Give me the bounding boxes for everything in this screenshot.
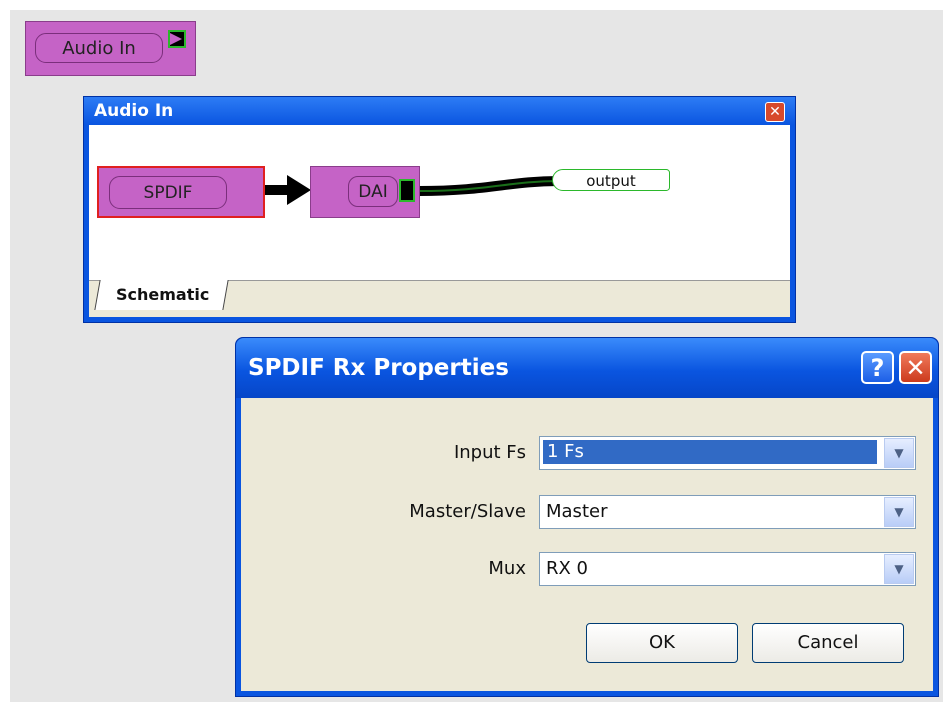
- audio-in-block-label: Audio In: [35, 33, 163, 63]
- ok-button[interactable]: OK: [586, 623, 738, 663]
- input-fs-select[interactable]: 1 Fs ▼: [539, 436, 916, 470]
- dialog-titlebar[interactable]: SPDIF Rx Properties ? ✕: [236, 338, 938, 398]
- spdif-rx-properties-dialog: SPDIF Rx Properties ? ✕ Input Fs 1 Fs ▼ …: [235, 337, 939, 697]
- dai-block-label: DAI: [348, 176, 398, 207]
- master-slave-value: Master: [546, 501, 608, 522]
- output-port-icon[interactable]: [168, 30, 186, 48]
- input-fs-value: 1 Fs: [543, 440, 877, 464]
- schematic-area: SPDIF DAI output Schematic: [89, 125, 790, 317]
- tab-schematic-label: Schematic: [116, 285, 210, 304]
- audio-in-window: Audio In ✕ SPDIF DAI output Schematic: [83, 96, 796, 323]
- cancel-button[interactable]: Cancel: [752, 623, 904, 663]
- audio-in-titlebar[interactable]: Audio In ✕: [84, 97, 795, 125]
- input-fs-label: Input Fs: [453, 442, 526, 463]
- dialog-body: Input Fs 1 Fs ▼ Master/Slave Master ▼ Mu…: [241, 398, 933, 691]
- output-terminal[interactable]: output: [552, 169, 670, 191]
- chevron-down-icon[interactable]: ▼: [884, 497, 914, 527]
- dai-block[interactable]: DAI: [310, 166, 420, 218]
- mux-label: Mux: [488, 558, 526, 579]
- chevron-down-icon[interactable]: ▼: [884, 438, 914, 468]
- mux-value: RX 0: [546, 558, 589, 579]
- dai-output-port-icon[interactable]: [399, 179, 415, 202]
- arrow-head-icon: [287, 175, 311, 205]
- spdif-block[interactable]: SPDIF: [97, 166, 265, 218]
- close-icon[interactable]: ✕: [899, 351, 932, 384]
- spdif-block-label: SPDIF: [109, 176, 227, 209]
- audio-in-block[interactable]: Audio In: [25, 21, 196, 76]
- tab-schematic[interactable]: Schematic: [94, 280, 229, 310]
- mux-select[interactable]: RX 0 ▼: [539, 552, 916, 586]
- tab-strip: Schematic: [89, 280, 790, 317]
- master-slave-select[interactable]: Master ▼: [539, 495, 916, 529]
- dialog-title: SPDIF Rx Properties: [248, 355, 509, 381]
- audio-in-window-title: Audio In: [94, 101, 174, 121]
- help-icon[interactable]: ?: [861, 351, 894, 384]
- chevron-down-icon[interactable]: ▼: [884, 554, 914, 584]
- close-icon[interactable]: ✕: [765, 102, 785, 122]
- master-slave-label: Master/Slave: [409, 501, 526, 522]
